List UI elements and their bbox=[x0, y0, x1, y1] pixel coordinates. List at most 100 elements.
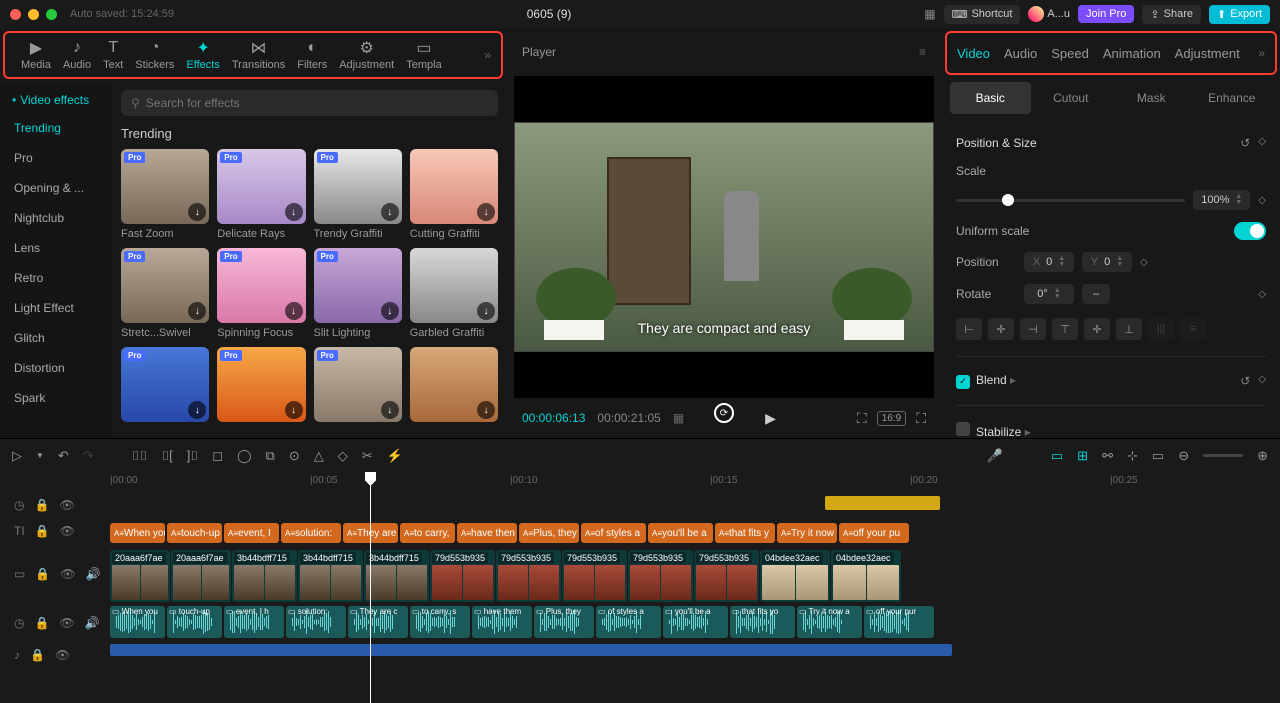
download-icon[interactable]: ↓ bbox=[477, 203, 495, 221]
rotate-dial[interactable]: – bbox=[1082, 284, 1110, 304]
audio-clip[interactable]: ▭ When you bbox=[110, 606, 165, 638]
sidebar-item[interactable]: Spark bbox=[0, 383, 113, 413]
effect-card[interactable]: Pro↓Fast Zoom bbox=[121, 149, 209, 240]
export-button[interactable]: ⬆Export bbox=[1209, 5, 1270, 24]
audio-clip[interactable]: ▭ event, I h bbox=[224, 606, 284, 638]
player-menu-icon[interactable]: ≡ bbox=[919, 45, 926, 59]
eye-icon[interactable]: 👁 bbox=[60, 567, 75, 581]
audio-clip[interactable]: ▭ off your pur bbox=[864, 606, 934, 638]
fullscreen-icon[interactable]: ⛶ bbox=[916, 410, 926, 427]
music-clip[interactable] bbox=[110, 644, 952, 656]
stabilize-header[interactable]: Stabilize ▸ bbox=[956, 422, 1031, 439]
subtitle-clip[interactable]: A≡ solution: bbox=[281, 523, 341, 543]
aspect-ratio[interactable]: 16:9 bbox=[877, 411, 906, 426]
effect-card[interactable]: Pro↓Stretc...Swivel bbox=[121, 248, 209, 339]
sub-tab-mask[interactable]: Mask bbox=[1111, 82, 1192, 114]
close-window[interactable] bbox=[10, 9, 21, 20]
subtitle-clip[interactable]: A≡ Plus, they bbox=[519, 523, 579, 543]
main-tab-templa[interactable]: ▭Templa bbox=[400, 39, 447, 71]
download-icon[interactable]: ↓ bbox=[381, 401, 399, 419]
eye-icon[interactable]: 👁 bbox=[60, 524, 75, 538]
sidebar-item[interactable]: Opening & ... bbox=[0, 173, 113, 203]
music-track[interactable] bbox=[110, 644, 1280, 660]
search-bar[interactable]: ⚲ bbox=[121, 90, 498, 116]
ai-icon[interactable]: ⚡ bbox=[387, 448, 403, 464]
mark-icon[interactable]: ◯ bbox=[237, 448, 252, 464]
video-icon[interactable]: ▭ bbox=[14, 567, 25, 581]
position-y[interactable]: Y0▲▼ bbox=[1082, 252, 1132, 272]
effect-card[interactable]: Pro↓ bbox=[314, 347, 402, 426]
align-top[interactable]: ⊤ bbox=[1052, 318, 1078, 340]
subtitle-clip[interactable]: A≡ have then bbox=[457, 523, 517, 543]
effect-card[interactable]: ↓ bbox=[410, 347, 498, 426]
sub-tab-enhance[interactable]: Enhance bbox=[1192, 82, 1273, 114]
video-clip[interactable]: 3b44bdff715 bbox=[232, 550, 297, 602]
sidebar-item[interactable]: Pro bbox=[0, 143, 113, 173]
align-center-v[interactable]: ✛ bbox=[1084, 318, 1110, 340]
audio-clip[interactable]: ▭ of styles a bbox=[596, 606, 661, 638]
sidebar-item[interactable]: Retro bbox=[0, 263, 113, 293]
main-tab-transitions[interactable]: ⋈Transitions bbox=[226, 39, 291, 71]
main-tab-filters[interactable]: ◐Filters bbox=[291, 39, 333, 71]
video-clip[interactable]: 20aaa6f7ae bbox=[110, 550, 170, 602]
lock-icon[interactable]: 🔒 bbox=[30, 648, 45, 662]
share-button[interactable]: ⇪Share bbox=[1142, 5, 1201, 24]
effect-card[interactable]: Pro↓Trendy Graffiti bbox=[314, 149, 402, 240]
sidebar-item[interactable]: Light Effect bbox=[0, 293, 113, 323]
audio-clip[interactable]: ▭ that fits yo bbox=[730, 606, 795, 638]
sidebar-item[interactable]: Lens bbox=[0, 233, 113, 263]
main-tab-text[interactable]: TText bbox=[97, 39, 129, 71]
effect-card[interactable]: ↓Garbled Graffiti bbox=[410, 248, 498, 339]
download-icon[interactable]: ↓ bbox=[188, 401, 206, 419]
blend-keyframe-icon[interactable]: ◇ bbox=[1258, 374, 1266, 388]
search-input[interactable] bbox=[146, 96, 488, 110]
sidebar-header[interactable]: •Video effects bbox=[0, 87, 113, 113]
audio-clip[interactable]: ▭ you'll be a bbox=[663, 606, 728, 638]
subtitle-clip[interactable]: A≡ When you bbox=[110, 523, 165, 543]
sub-tab-basic[interactable]: Basic bbox=[950, 82, 1031, 114]
magnet-icon[interactable]: ⊞ bbox=[1077, 448, 1088, 464]
link-icon[interactable]: ⚯ bbox=[1102, 448, 1113, 464]
sidebar-item[interactable]: Trending bbox=[0, 113, 113, 143]
lock-icon[interactable]: 🔒 bbox=[34, 498, 49, 512]
main-tab-effects[interactable]: ✦Effects bbox=[180, 39, 225, 71]
undo-icon[interactable]: ↶ bbox=[58, 448, 69, 464]
shortcut-button[interactable]: ⌨Shortcut bbox=[944, 5, 1021, 24]
player-viewport[interactable]: They are compact and easy ⟳ bbox=[514, 76, 934, 398]
align-center-h[interactable]: ✛ bbox=[988, 318, 1014, 340]
mic-icon[interactable]: 🎤 bbox=[987, 448, 1003, 464]
text-icon[interactable]: TI bbox=[14, 524, 25, 538]
effect-card[interactable]: Pro↓Spinning Focus bbox=[217, 248, 305, 339]
inspector-tab-adjustment[interactable]: Adjustment bbox=[1175, 46, 1240, 61]
main-tab-stickers[interactable]: ◔Stickers bbox=[129, 39, 180, 71]
subtitle-clip[interactable]: A≡ Try it now bbox=[777, 523, 837, 543]
sub-tab-cutout[interactable]: Cutout bbox=[1031, 82, 1112, 114]
copy-icon[interactable]: ⧉ bbox=[266, 448, 275, 464]
clock-icon[interactable]: ◷ bbox=[14, 616, 24, 630]
video-clip[interactable]: 3b44bdff715 bbox=[298, 550, 363, 602]
effect-card[interactable]: Pro↓Delicate Rays bbox=[217, 149, 305, 240]
maximize-window[interactable] bbox=[46, 9, 57, 20]
speed-icon[interactable]: ⊙ bbox=[289, 448, 300, 464]
speaker-icon[interactable]: 🔊 bbox=[85, 616, 100, 630]
position-keyframe[interactable]: ◇ bbox=[1140, 257, 1148, 268]
audio-clip[interactable]: ▭ solution: bbox=[286, 606, 346, 638]
preview-icon[interactable]: ▭ bbox=[1152, 448, 1164, 464]
subtitle-clip[interactable]: A≡ event, I bbox=[224, 523, 279, 543]
video-clip[interactable]: 79d553b935 bbox=[628, 550, 693, 602]
audio-clip[interactable]: ▭ have them bbox=[472, 606, 532, 638]
clock-icon[interactable]: ◷ bbox=[14, 498, 24, 512]
zoom-out-icon[interactable]: ⊖ bbox=[1178, 448, 1189, 464]
rotate-keyframe[interactable]: ◇ bbox=[1258, 289, 1266, 300]
eye-icon[interactable]: 👁 bbox=[55, 648, 70, 662]
lock-icon[interactable]: 🔒 bbox=[35, 567, 50, 581]
crop2-icon[interactable]: ✂ bbox=[362, 448, 373, 464]
audio-clip[interactable]: ▭ Try it now a bbox=[797, 606, 862, 638]
snap-icon[interactable]: ▭ bbox=[1051, 448, 1063, 464]
join-pro-button[interactable]: Join Pro bbox=[1078, 5, 1134, 23]
anchor-icon[interactable]: ⊹ bbox=[1127, 448, 1138, 464]
user-avatar[interactable] bbox=[1028, 6, 1044, 22]
minimize-window[interactable] bbox=[28, 9, 39, 20]
download-icon[interactable]: ↓ bbox=[285, 401, 303, 419]
timeline-body[interactable]: |00:00|00:05|00:10|00:15|00:20|00:25 A≡ … bbox=[110, 472, 1280, 703]
